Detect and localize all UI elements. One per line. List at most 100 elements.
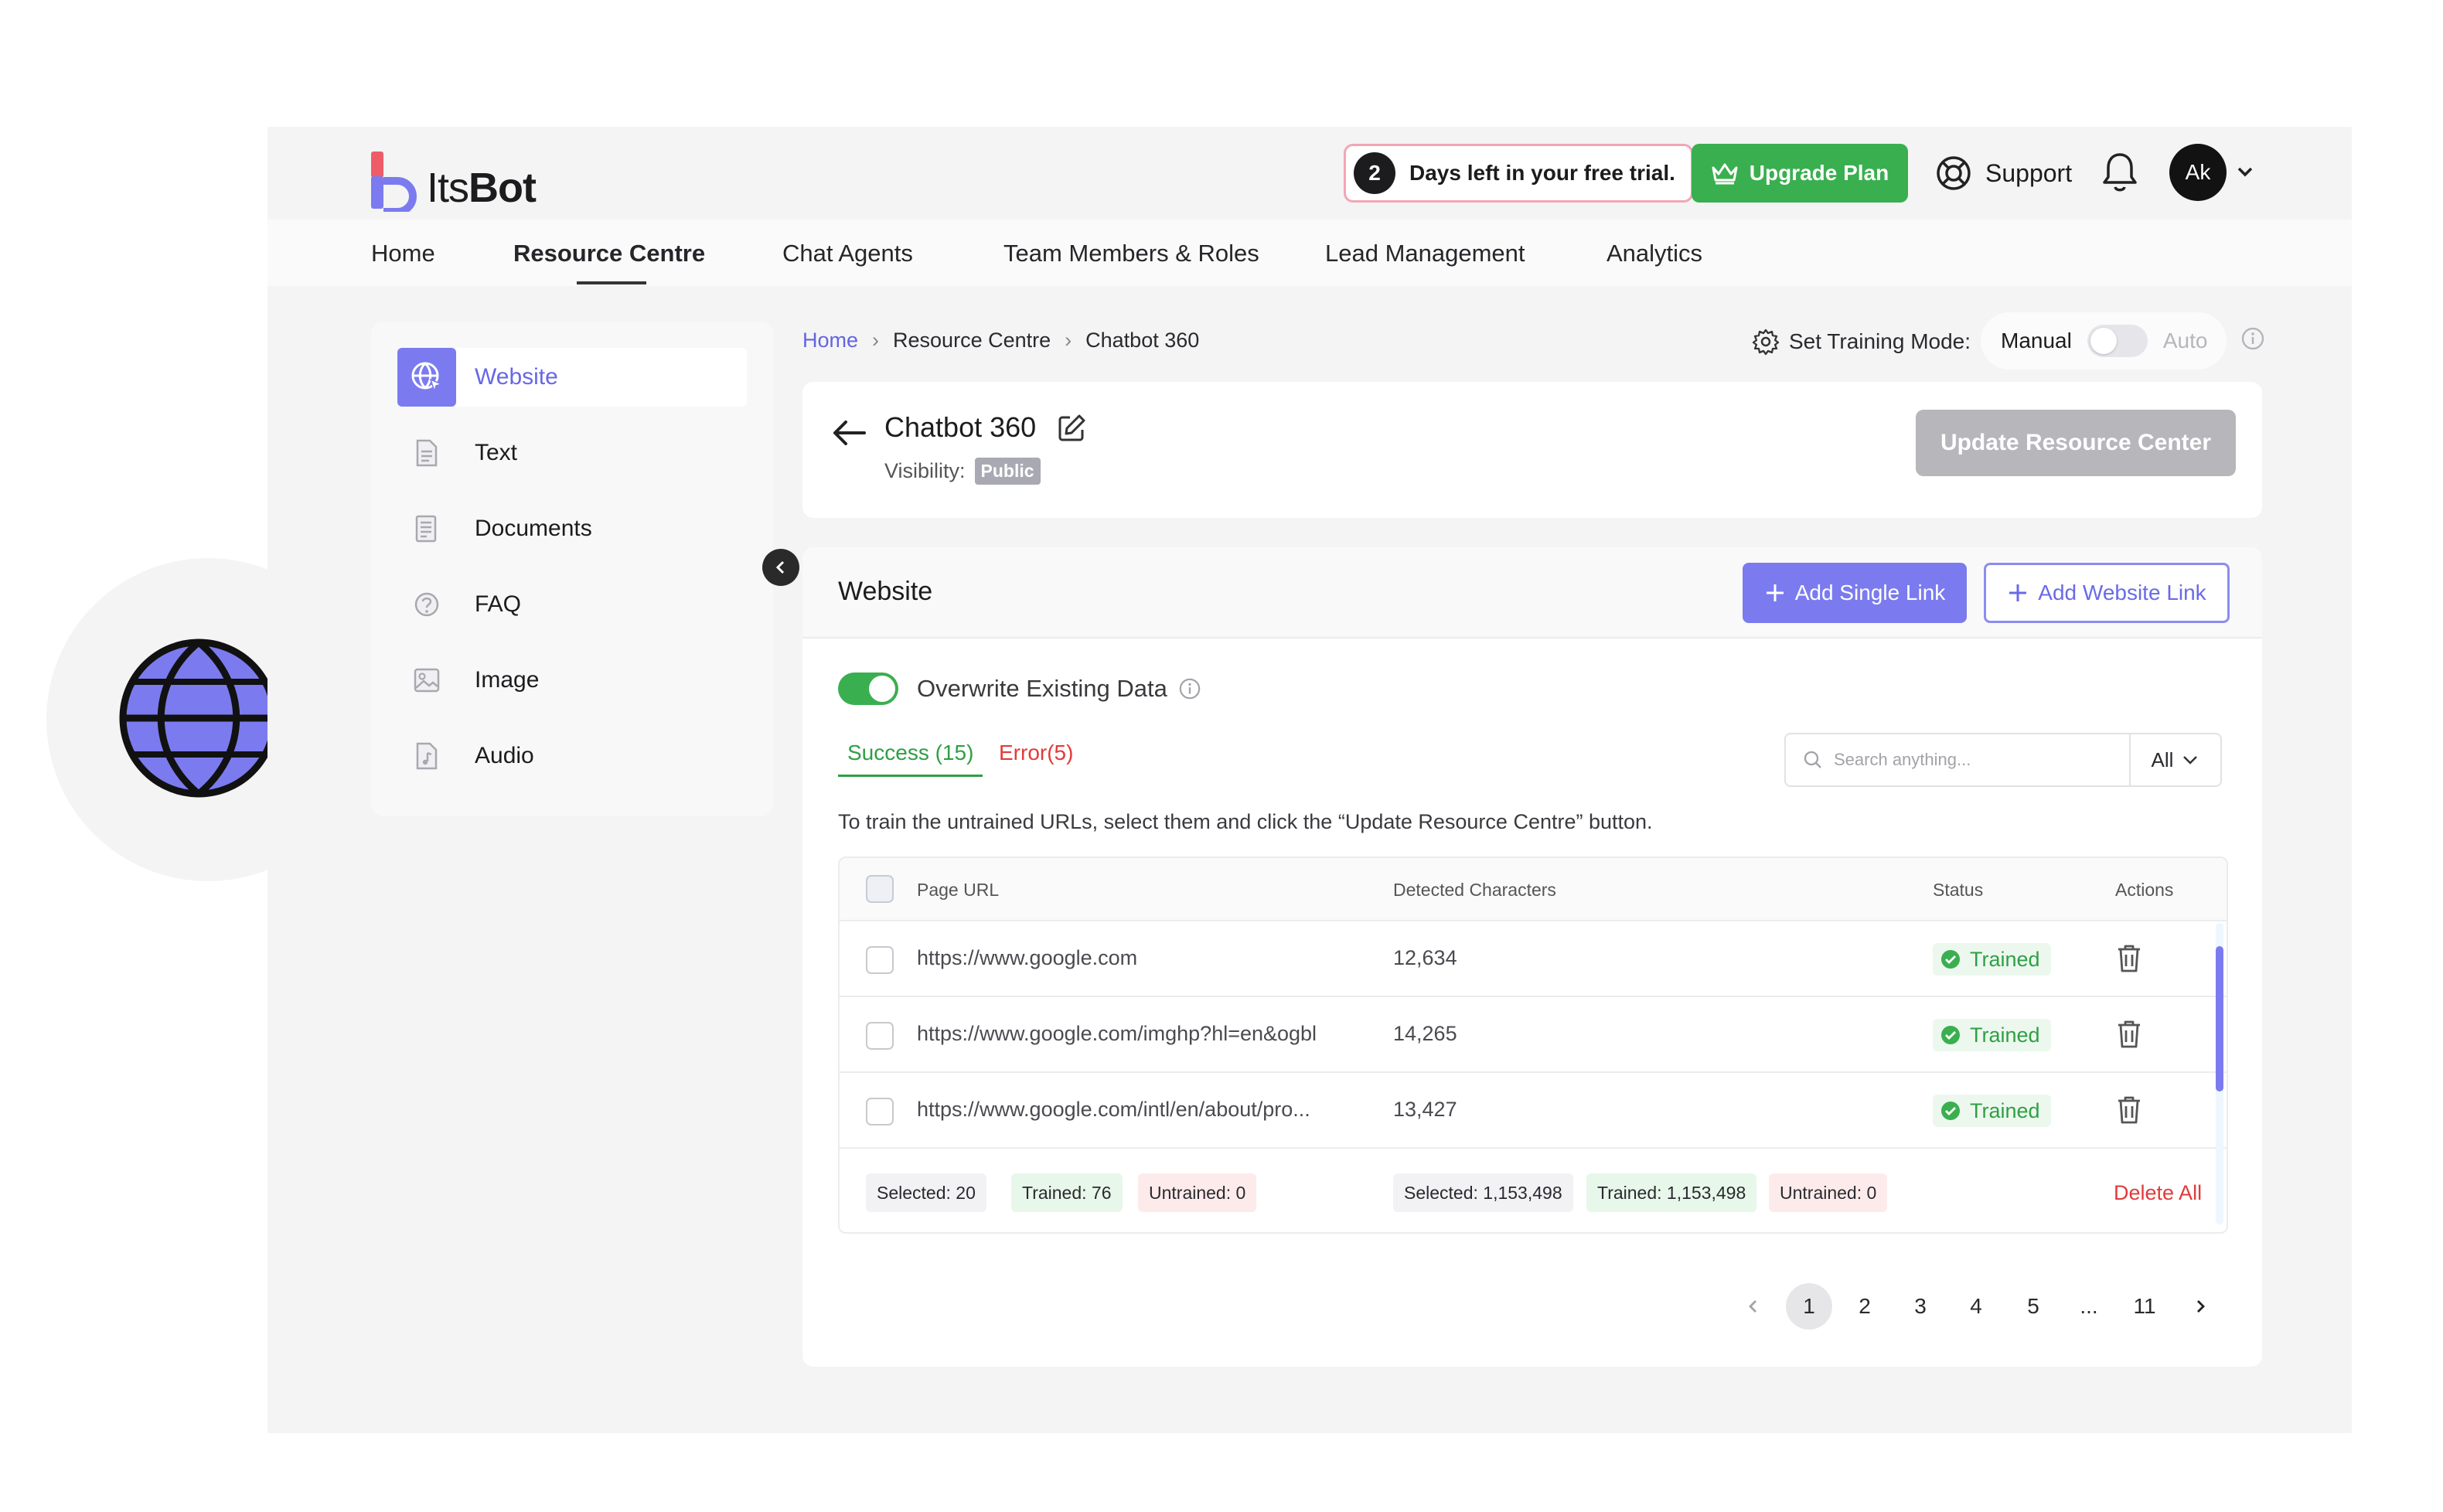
info-icon[interactable] <box>1178 677 1201 700</box>
nav-resource-centre[interactable]: Resource Centre <box>513 240 705 267</box>
prev-page-button[interactable] <box>1730 1283 1777 1330</box>
trash-icon[interactable] <box>2115 943 2143 974</box>
sidebar-item-image[interactable]: Image <box>397 651 747 710</box>
edit-icon[interactable] <box>1056 413 1087 444</box>
text-file-icon <box>397 424 456 482</box>
nav-lead-management[interactable]: Lead Management <box>1325 240 1525 267</box>
selected-chars-count: Selected: 1,153,498 <box>1393 1173 1573 1212</box>
breadcrumb-resource-centre[interactable]: Resource Centre <box>893 329 1051 352</box>
row-url[interactable]: https://www.google.com/intl/en/about/pro… <box>917 1098 1310 1122</box>
upgrade-plan-button[interactable]: Upgrade Plan <box>1692 144 1908 203</box>
training-mode-toggle[interactable] <box>2087 325 2148 357</box>
page-5[interactable]: 5 <box>2010 1283 2056 1330</box>
training-mode-manual[interactable]: Manual <box>2001 329 2072 353</box>
logo[interactable]: ItsBot <box>370 142 537 212</box>
column-status: Status <box>1933 880 1984 900</box>
chevron-left-icon <box>775 560 785 574</box>
sidebar-item-documents[interactable]: Documents <box>397 499 747 558</box>
row-url[interactable]: https://www.google.com/imghp?hl=en&ogbl <box>917 1022 1317 1046</box>
sidebar-item-text[interactable]: Text <box>397 424 747 482</box>
support-button[interactable]: Support <box>1936 152 2072 195</box>
page-3[interactable]: 3 <box>1897 1283 1944 1330</box>
next-page-button[interactable] <box>2177 1283 2223 1330</box>
url-table: Page URL Detected Characters Status Acti… <box>838 856 2228 1234</box>
table-scrollbar-thumb[interactable] <box>2216 946 2223 1091</box>
add-single-link-button[interactable]: Add Single Link <box>1743 563 1967 623</box>
sidebar-item-audio[interactable]: Audio <box>397 727 747 785</box>
website-card: Website Add Single Link Add Website Link… <box>802 547 2262 1367</box>
sidebar-label-text: Text <box>475 440 518 465</box>
selected-urls-count: Selected: 20 <box>866 1173 986 1212</box>
overwrite-toggle[interactable] <box>838 673 898 705</box>
nav-analytics[interactable]: Analytics <box>1607 240 1702 267</box>
training-mode-switch[interactable]: Manual Auto <box>1981 312 2227 369</box>
row-checkbox[interactable] <box>866 1098 894 1125</box>
top-bar: ItsBot 2 Days left in your free trial. U… <box>267 127 2352 220</box>
crown-icon <box>1712 163 1738 185</box>
row-characters: 14,265 <box>1393 1022 1457 1045</box>
breadcrumb: Home › Resource Centre › Chatbot 360 <box>802 325 1199 356</box>
chevron-left-icon <box>1749 1300 1756 1313</box>
status-badge: Trained <box>1933 1019 2051 1051</box>
row-checkbox[interactable] <box>866 1022 894 1050</box>
trial-text: Days left in your free trial. <box>1409 161 1675 185</box>
info-icon[interactable] <box>2240 326 2265 351</box>
status-filter-select[interactable]: All <box>2129 733 2222 787</box>
page-4[interactable]: 4 <box>1953 1283 1999 1330</box>
row-checkbox[interactable] <box>866 946 894 974</box>
nav-chat-agents[interactable]: Chat Agents <box>782 240 913 267</box>
page-2[interactable]: 2 <box>1842 1283 1888 1330</box>
sidebar-label-audio: Audio <box>475 743 534 768</box>
plus-icon <box>2009 584 2027 601</box>
trash-icon[interactable] <box>2115 1095 2143 1125</box>
globe-cursor-icon <box>397 348 456 407</box>
sidebar-label-faq: FAQ <box>475 591 522 617</box>
bell-icon[interactable] <box>2101 152 2138 193</box>
table-summary: Selected: 20 Trained: 76 Untrained: 0 Se… <box>840 1150 2227 1232</box>
select-all-checkbox[interactable] <box>866 875 894 903</box>
nav-team-members[interactable]: Team Members & Roles <box>1003 240 1259 267</box>
nav-home[interactable]: Home <box>371 240 435 267</box>
status-badge: Trained <box>1933 1095 2051 1127</box>
website-card-header: Website Add Single Link Add Website Link <box>802 547 2262 639</box>
page-11[interactable]: 11 <box>2121 1283 2168 1330</box>
search-icon <box>1804 751 1821 768</box>
sidebar-label-documents: Documents <box>475 516 592 541</box>
untrained-chars-count: Untrained: 0 <box>1769 1173 1888 1212</box>
table-row: https://www.google.com/imghp?hl=en&ogbl … <box>840 997 2227 1073</box>
update-resource-center-button[interactable]: Update Resource Center <box>1916 410 2236 476</box>
collapse-sidebar-button[interactable] <box>762 549 799 586</box>
delete-all-button[interactable]: Delete All <box>2114 1181 2202 1205</box>
breadcrumb-home[interactable]: Home <box>802 329 858 352</box>
column-page-url: Page URL <box>917 880 1000 900</box>
upgrade-plan-label: Upgrade Plan <box>1749 161 1889 185</box>
logo-bot: Bot <box>468 165 537 211</box>
breadcrumb-chevron-icon: › <box>872 328 880 352</box>
trash-icon[interactable] <box>2115 1019 2143 1050</box>
avatar[interactable]: Ak <box>2169 144 2227 201</box>
training-mode-auto[interactable]: Auto <box>2163 329 2208 353</box>
add-website-link-button[interactable]: Add Website Link <box>1984 563 2230 623</box>
back-arrow-icon[interactable] <box>830 417 867 448</box>
status-label: Trained <box>1970 1023 2040 1047</box>
support-label: Support <box>1985 158 2073 187</box>
filter-value: All <box>2151 747 2174 771</box>
sidebar-item-website[interactable]: Website <box>397 348 747 407</box>
nav-active-indicator <box>577 281 646 284</box>
page-1[interactable]: 1 <box>1786 1283 1832 1330</box>
table-row: https://www.google.com/intl/en/about/pro… <box>840 1073 2227 1149</box>
visibility-label: Visibility: <box>884 459 966 482</box>
search-input[interactable]: Search anything... <box>1784 733 2131 787</box>
trial-days-count: 2 <box>1354 152 1395 194</box>
chevron-down-icon[interactable] <box>2236 164 2254 179</box>
tab-success[interactable]: Success (15) <box>838 741 983 777</box>
globe-icon <box>119 639 278 798</box>
sidebar-item-faq[interactable]: FAQ <box>397 575 747 634</box>
table-row: https://www.google.com 12,634 Trained <box>840 921 2227 997</box>
status-label: Trained <box>1970 1098 2040 1122</box>
logo-mark-icon <box>371 152 417 212</box>
resource-header-card: Chatbot 360 Visibility: Public Update Re… <box>802 382 2262 518</box>
tab-error[interactable]: Error(5) <box>999 741 1073 765</box>
row-url[interactable]: https://www.google.com <box>917 946 1137 970</box>
training-mode: Set Training Mode: <box>1752 320 1971 363</box>
